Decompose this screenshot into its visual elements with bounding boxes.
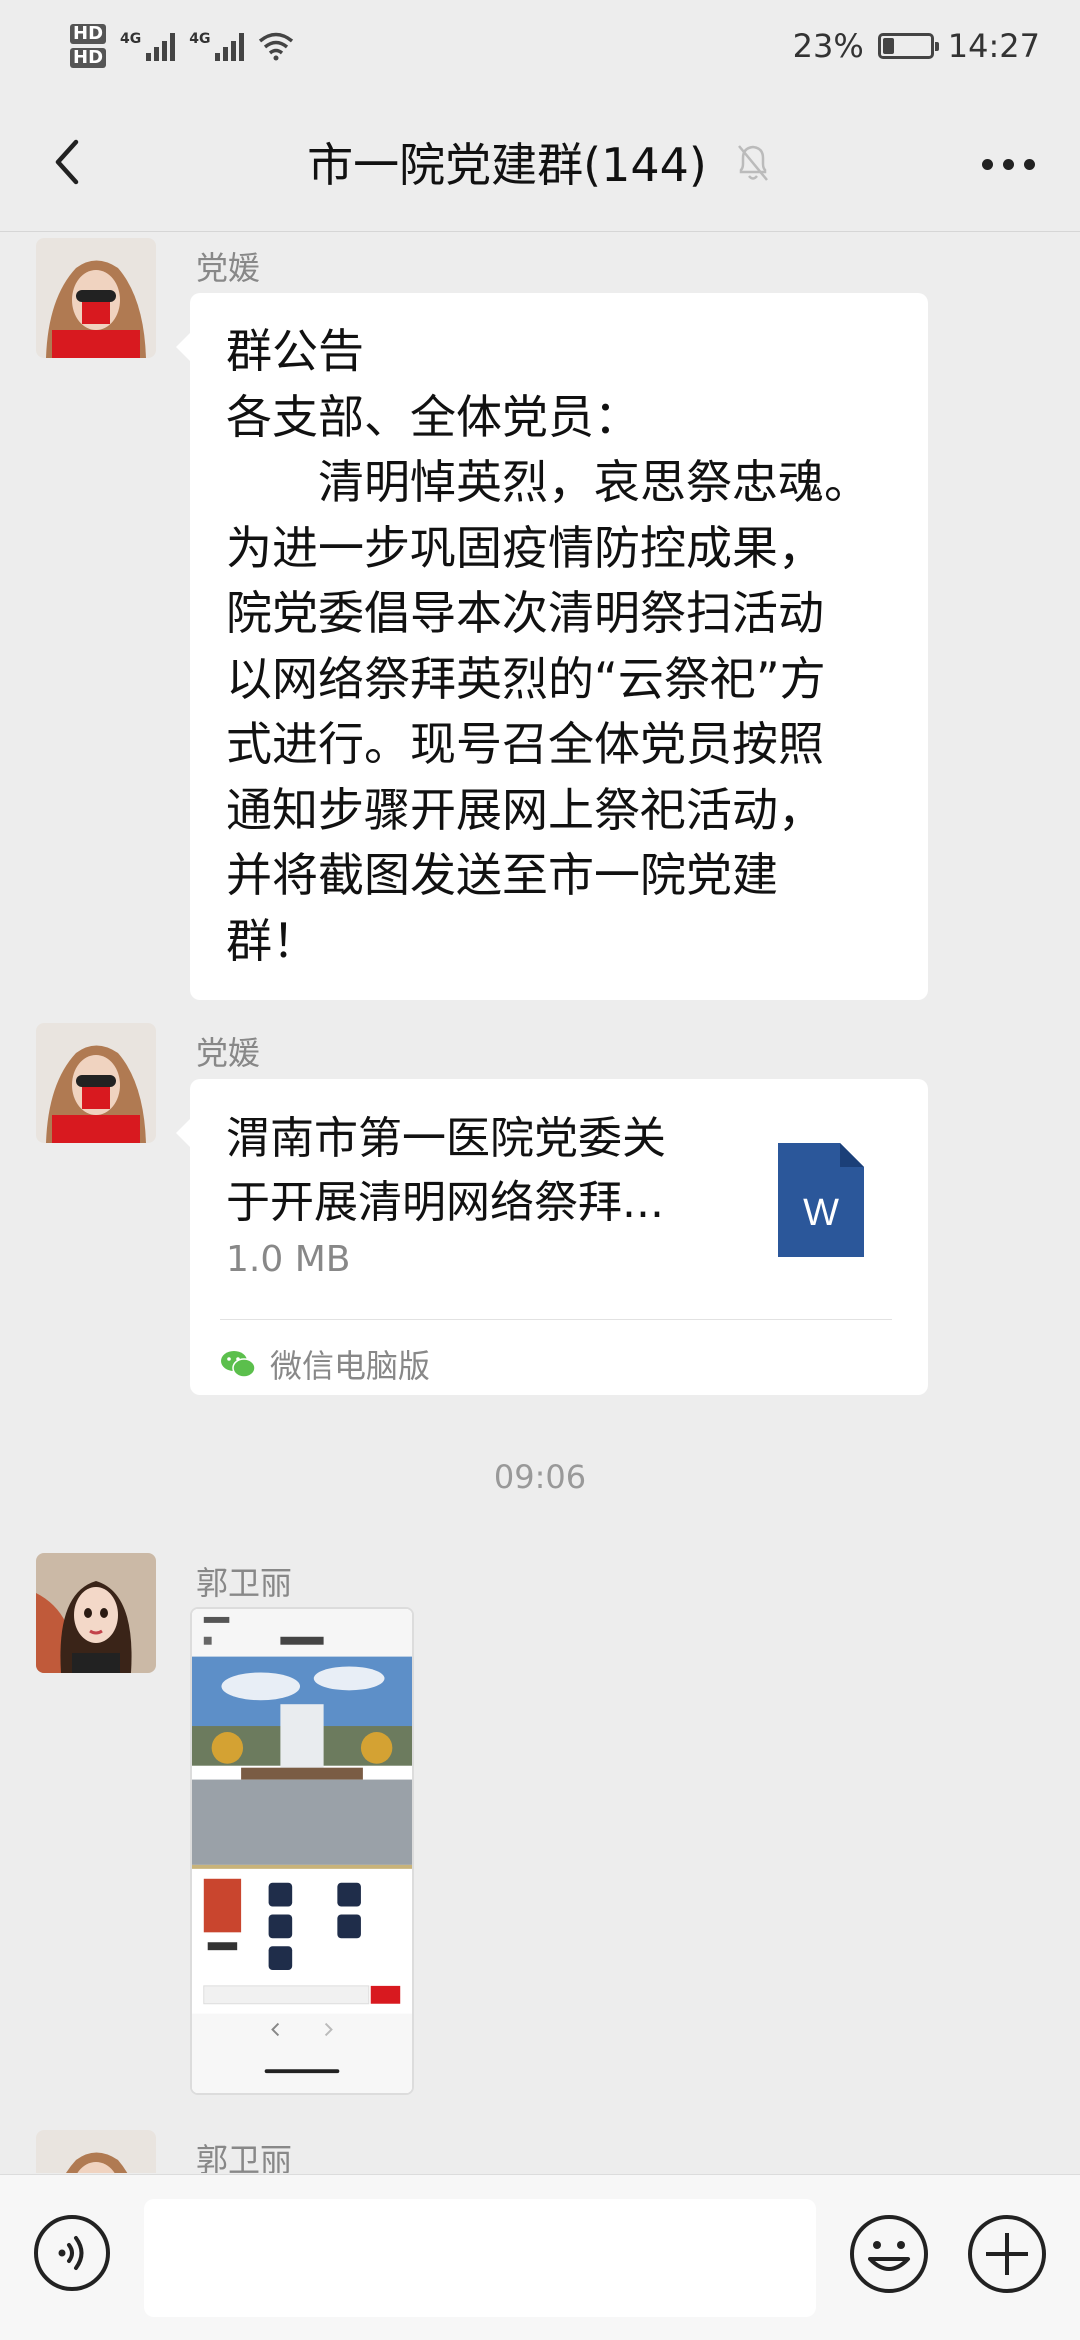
time-separator: 09:06 [493,1458,587,1496]
file-name: 渭南市第一医院党委关 于开展清明网络祭拜... [226,1107,726,1235]
status-time: 14:27 [947,27,1040,65]
file-name-line: 于开展清明网络祭拜... [226,1177,664,1228]
status-left: HD HD 4G 4G [70,24,294,68]
announcement-line: 为进一步巩固疫情防控成果， [226,520,824,575]
word-document-icon: W [778,1143,864,1257]
avatar[interactable] [36,238,156,358]
announcement-line: 群公告 [226,324,364,378]
avatar[interactable] [36,1553,156,1673]
file-source: 微信电脑版 [220,1341,430,1387]
announcement-line: 各支部、全体党员： [226,389,640,444]
announcement-line: 群！ [226,913,318,968]
sender-name: 郭卫丽 [196,1564,293,1602]
chat-messages: 党媛 群公告 各支部、全体党员： 清明悼英烈，哀思祭忠魂。 为进一步巩固疫情防控… [0,233,1080,2173]
input-bar [0,2174,1080,2340]
avatar[interactable] [36,2130,156,2173]
sim2-hd-label: HD [70,48,107,68]
signal-1-icon: 4G [120,31,176,61]
wechat-icon [221,1351,256,1378]
sender-name: 党媛 [196,249,261,287]
announcement-line: 通知步骤开展网上祭祀活动， [226,782,824,837]
announcement-line: 以网络祭拜英烈的“云祭祀”方 [226,651,826,706]
network-type-1: 4G [120,31,142,47]
announcement-line: 清明悼英烈，哀思祭忠魂。 [226,455,870,509]
announcement-line: 并将截图发送至市一院党建 [226,848,778,902]
announcement-line: 院党委倡导本次清明祭扫活动 [226,586,824,640]
voice-icon[interactable] [32,2213,112,2293]
battery-icon [877,33,939,59]
bell-muted-icon [737,144,768,181]
battery-percent: 23% [792,27,864,65]
file-source-label: 微信电脑版 [270,1347,431,1385]
sender-name: 郭卫丽 [196,2141,293,2173]
sim1-hd-label: HD [70,24,107,44]
file-name-line: 渭南市第一医院党委关 [226,1113,666,1164]
message-bubble[interactable]: 群公告 各支部、全体党员： 清明悼英烈，哀思祭忠魂。 为进一步巩固疫情防控成果，… [176,293,928,1000]
chat-title[interactable]: 市一院党建群(144) [307,129,707,195]
emoji-icon[interactable] [848,2213,930,2295]
wifi-icon [259,32,294,61]
sender-name: 党媛 [196,1034,261,1072]
message-input[interactable] [144,2199,816,2317]
divider [220,1319,892,1320]
avatar[interactable] [36,1023,156,1143]
chat-header: 市一院党建群(144) [0,92,1080,232]
more-icon[interactable] [982,144,1042,184]
network-type-2: 4G [189,31,211,47]
chat-title-wrap: 市一院党建群(144) [307,129,773,195]
chevron-left-icon[interactable] [40,132,100,192]
plus-icon[interactable] [966,2213,1048,2295]
file-bubble[interactable]: 渭南市第一医院党委关 于开展清明网络祭拜... 1.0 MB W 微信电脑版 [176,1079,928,1395]
image-message[interactable] [190,1607,414,2095]
svg-text:W: W [803,1192,839,1234]
file-size: 1.0 MB [226,1239,351,1280]
announcement-line: 式进行。现号召全体党员按照 [226,717,824,771]
status-right: 23% 14:27 [793,27,1040,65]
status-bar: HD HD 4G 4G 23% 14:27 [0,0,1080,92]
signal-2-icon: 4G [189,31,245,61]
sim-indicators: HD HD [70,24,107,68]
